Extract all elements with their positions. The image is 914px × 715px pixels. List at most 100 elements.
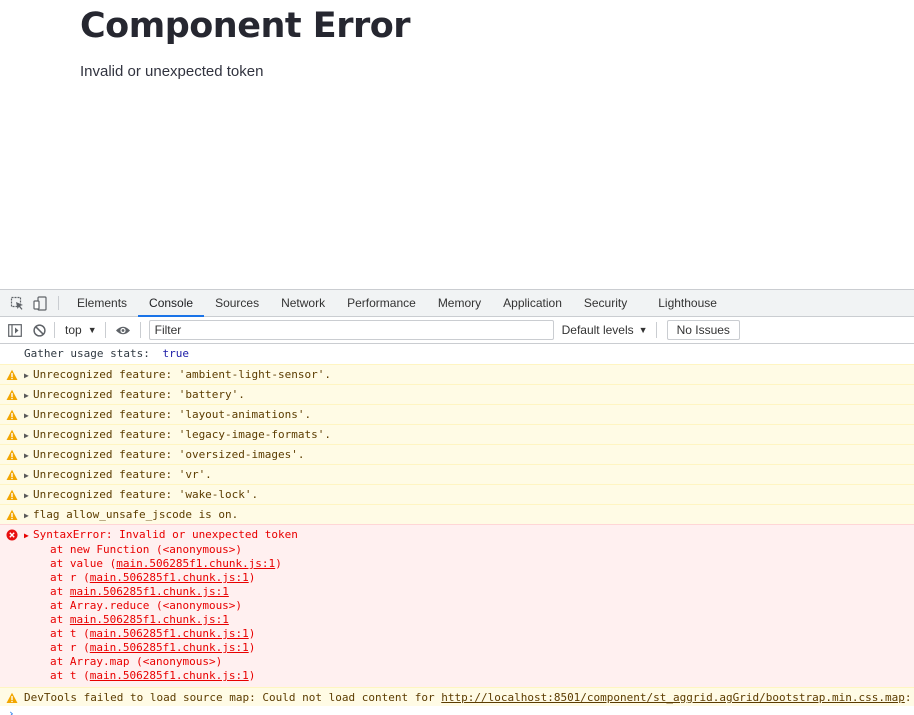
error-summary[interactable]: ▶ SyntaxError: Invalid or unexpected toke… [24,528,914,543]
stack-frame: at Array.reduce (<anonymous>) [24,599,914,613]
tab-label: Elements [77,296,128,310]
levels-label: Default levels [561,323,634,337]
tab-network[interactable]: Network [270,290,336,316]
device-toolbar-icon[interactable] [29,290,52,316]
stack-frame-link[interactable]: main.506285f1.chunk.js:1 [90,669,249,682]
tab-label: Security [583,296,628,310]
issues-button[interactable]: No Issues [666,320,740,340]
tabbar-separator [58,296,59,310]
expand-triangle-icon[interactable]: ▶ [24,529,33,543]
stack-frame-link[interactable]: main.506285f1.chunk.js:1 [70,585,229,598]
error-message: Invalid or unexpected token [80,63,264,80]
expand-triangle-icon[interactable]: ▶ [24,429,33,443]
tab-label: Sources [215,296,260,310]
tab-performance[interactable]: Performance [336,290,427,316]
stack-frame-text-end: ) [248,669,256,682]
info-value: true [162,347,189,360]
console-messages: Gather usage stats: true ▶ Unrecognized f… [0,344,914,715]
prompt-chevron-icon: › [8,707,15,715]
sourcemap-warning: DevTools failed to load source map: Coul… [0,687,914,706]
tab-label: Network [281,296,326,310]
console-toolbar: top ▼ Default levels ▼ No Issues [0,317,914,344]
warning-icon [6,509,18,520]
stack-frame-text: at new Function (<anonymous>) [50,543,243,556]
warning-text: Unrecognized feature: 'ambient-light-sen… [33,368,332,381]
error-stack: at new Function (<anonymous>) at value (m… [24,543,914,683]
stack-frame: at r (main.506285f1.chunk.js:1) [24,571,914,585]
stack-frame: at r (main.506285f1.chunk.js:1) [24,641,914,655]
console-error-message: ▶ SyntaxError: Invalid or unexpected toke… [0,524,914,687]
stack-frame: at value (main.506285f1.chunk.js:1) [24,557,914,571]
console-warning-message: ▶ Unrecognized feature: 'oversized-images… [0,444,914,464]
warning-icon [6,469,18,480]
console-warning-message: ▶ Unrecognized feature: 'legacy-image-for… [0,424,914,444]
tab-elements[interactable]: Elements [66,290,138,316]
expand-triangle-icon[interactable]: ▶ [24,449,33,463]
tab-lighthouse[interactable]: Lighthouse [638,290,728,316]
stack-frame-text-end: ) [248,627,256,640]
warning-icon [6,409,18,420]
stack-frame-text: at Array.reduce (<anonymous>) [50,599,243,612]
stack-frame: at new Function (<anonymous>) [24,543,914,557]
stack-frame-text: at Array.map (<anonymous>) [50,655,223,668]
tab-label: Lighthouse [658,296,717,310]
tab-security[interactable]: Security [573,290,638,316]
warning-text: Unrecognized feature: 'battery'. [33,388,245,401]
stack-frame-link[interactable]: main.506285f1.chunk.js:1 [90,571,249,584]
sourcemap-text-end: : [904,691,912,704]
stack-frame-link[interactable]: main.506285f1.chunk.js:1 [90,641,249,654]
expand-triangle-icon[interactable]: ▶ [24,369,33,383]
live-expression-eye-icon[interactable] [110,319,136,341]
expand-triangle-icon[interactable]: ▶ [24,509,33,523]
expand-triangle-icon[interactable]: ▶ [24,489,33,503]
warning-text: flag allow_unsafe_jscode is on. [33,508,239,521]
expand-triangle-icon[interactable]: ▶ [24,409,33,423]
context-label: top [65,323,82,337]
inspect-element-icon[interactable] [6,290,29,316]
stack-frame-text-end: ) [248,641,256,654]
stack-frame-text: at [50,613,70,626]
warning-text: Unrecognized feature: 'vr'. [33,468,212,481]
stack-frame-link[interactable]: main.506285f1.chunk.js:1 [70,613,229,626]
devtools-panel: Elements Console Sources Network Perform… [0,289,914,715]
context-selector[interactable]: top ▼ [59,323,101,337]
stack-frame-link[interactable]: main.506285f1.chunk.js:1 [116,557,275,570]
stack-frame-text: at r ( [50,641,90,654]
tab-application[interactable]: Application [492,290,573,316]
chevron-down-icon: ▼ [87,325,97,335]
tab-label: Performance [347,296,416,310]
stack-frame-text: at [50,585,70,598]
log-levels-dropdown[interactable]: Default levels ▼ [562,323,648,337]
warning-list: ▶ Unrecognized feature: 'ambient-light-se… [0,364,914,524]
stack-frame-text: at r ( [50,571,90,584]
stack-frame-link[interactable]: main.506285f1.chunk.js:1 [90,627,249,640]
stack-frame-text: at t ( [50,669,90,682]
console-warning-message: ▶ Unrecognized feature: 'battery'. [0,384,914,404]
stack-frame: at main.506285f1.chunk.js:1 [24,613,914,627]
sourcemap-text: DevTools failed to load source map: Coul… [24,691,442,704]
tab-label: Console [149,296,194,310]
tab-sources[interactable]: Sources [204,290,270,316]
show-sidebar-icon[interactable] [4,319,26,341]
warning-text: Unrecognized feature: 'wake-lock'. [33,488,259,501]
console-prompt[interactable]: › [0,706,914,715]
sourcemap-link[interactable]: http://localhost:8501/component/st_aggri… [441,691,905,704]
tab-memory[interactable]: Memory [427,290,492,316]
stack-frame: at t (main.506285f1.chunk.js:1) [24,627,914,641]
page-title: Component Error [80,6,411,46]
warning-text: Unrecognized feature: 'oversized-images'… [33,448,305,461]
toolbar-separator [54,322,55,338]
tab-console[interactable]: Console [138,290,205,317]
chevron-down-icon: ▼ [638,325,648,335]
info-key: Gather usage stats: [24,347,150,360]
toolbar-separator [104,322,106,338]
tab-label: Application [503,296,562,310]
expand-triangle-icon[interactable]: ▶ [24,389,33,403]
console-info-message: Gather usage stats: true [0,344,914,364]
error-text: SyntaxError: Invalid or unexpected token [33,528,298,541]
clear-console-icon[interactable] [28,319,50,341]
expand-triangle-icon[interactable]: ▶ [24,469,33,483]
filter-input[interactable] [148,320,554,340]
console-warning-message: ▶ Unrecognized feature: 'ambient-light-se… [0,364,914,384]
console-warning-message: ▶ Unrecognized feature: 'vr'. [0,464,914,484]
